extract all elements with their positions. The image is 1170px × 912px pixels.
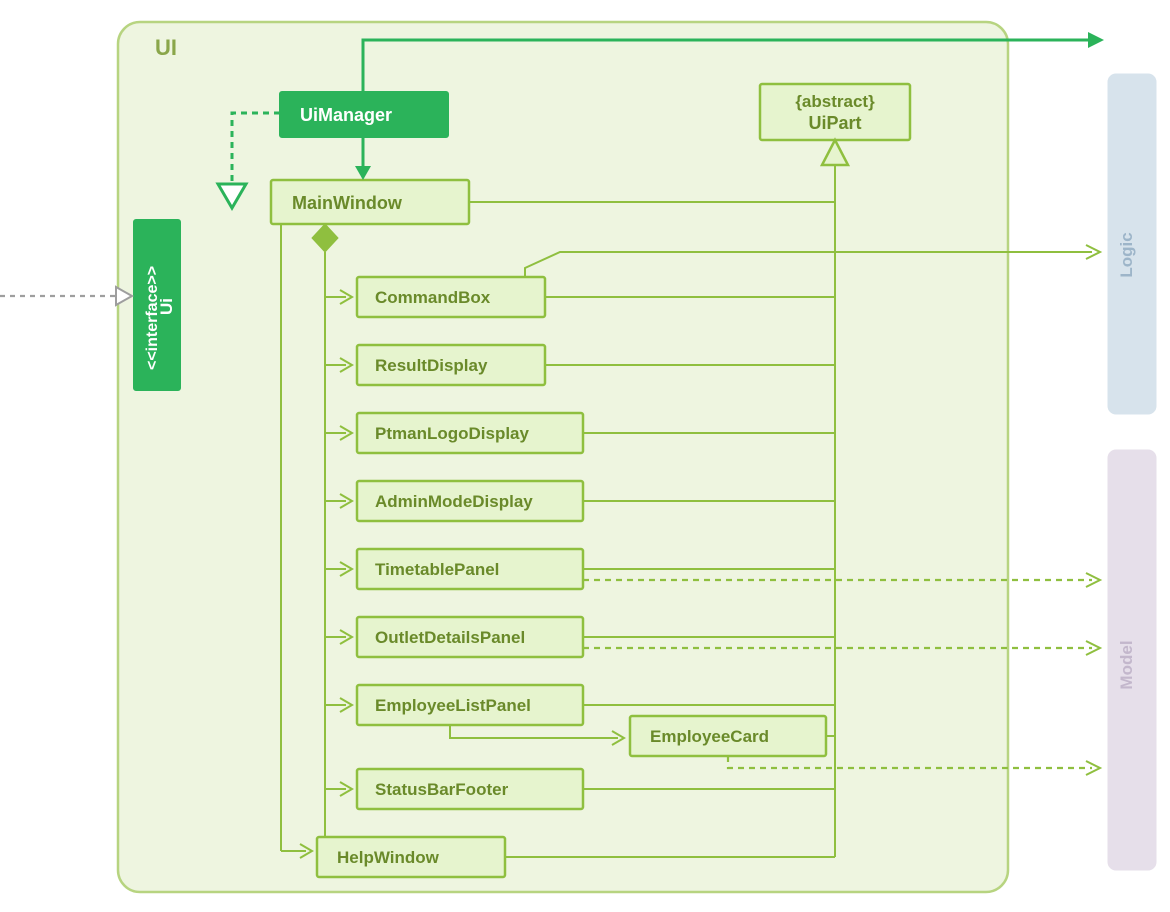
class-helpwindow-label: HelpWindow	[337, 848, 440, 867]
class-statusbarfooter-label: StatusBarFooter	[375, 780, 509, 799]
class-uimanager-label: UiManager	[300, 105, 392, 125]
class-uipart-name: UiPart	[808, 113, 861, 133]
external-model-label: Model	[1117, 640, 1136, 689]
external-logic-label: Logic	[1117, 232, 1136, 277]
package-ui	[118, 22, 1008, 892]
class-employeelistpanel-label: EmployeeListPanel	[375, 696, 531, 715]
class-employeecard-label: EmployeeCard	[650, 727, 769, 746]
class-outletdetailspanel-label: OutletDetailsPanel	[375, 628, 525, 647]
class-commandbox-label: CommandBox	[375, 288, 491, 307]
class-adminmodedisplay-label: AdminModeDisplay	[375, 492, 533, 511]
assoc-uimanager-logic	[1088, 32, 1104, 48]
class-mainwindow-label: MainWindow	[292, 193, 403, 213]
class-uipart-stereotype: {abstract}	[795, 92, 875, 111]
class-ui-stereotype: <<interface>>	[144, 266, 161, 370]
class-ui-name: Ui	[157, 298, 176, 315]
class-ptmanlogodisplay-label: PtmanLogoDisplay	[375, 424, 530, 443]
package-title: UI	[155, 35, 177, 60]
class-resultdisplay-label: ResultDisplay	[375, 356, 488, 375]
class-timetablepanel-label: TimetablePanel	[375, 560, 499, 579]
